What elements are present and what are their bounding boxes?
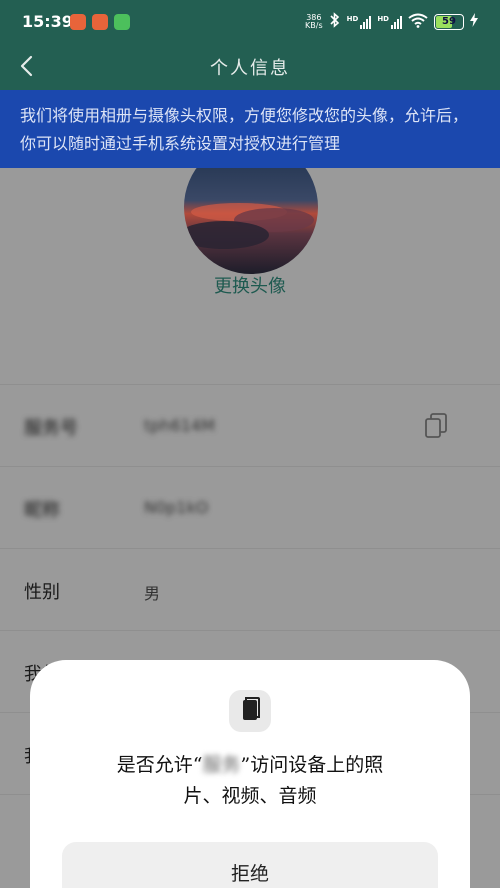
app-name: 服务 [202, 754, 241, 776]
deny-button[interactable]: 拒绝 [62, 842, 438, 888]
question-line2: 片、视频、音频 [183, 785, 317, 807]
document-icon [229, 690, 271, 732]
status-bar: 15:39 386 KB/s HD HD 59 [0, 0, 500, 44]
copy-icon[interactable] [424, 413, 448, 439]
signal-2-tag: HD [377, 14, 389, 23]
page-title: 个人信息 [210, 58, 290, 79]
row-value: 男 [144, 584, 161, 603]
battery-level: 59 [442, 15, 456, 27]
status-indicators: 386 KB/s HD HD 59 [305, 12, 478, 31]
signal-1-tag: HD [346, 14, 359, 23]
notification-app-icon-2 [92, 14, 108, 30]
question-line1-suffix: ”访问设备上的照 [240, 754, 384, 776]
cell-signal-2-icon: HD [377, 15, 402, 29]
permission-banner: 我们将使用相册与摄像头权限，方便您修改您的头像，允许后，你可以随时通过手机系统设… [0, 90, 500, 168]
bluetooth-icon [329, 12, 341, 31]
permission-dialog: 是否允许“服务”访问设备上的照 片、视频、音频 拒绝 [30, 660, 470, 888]
battery-icon: 59 [434, 13, 464, 30]
row-value: N0p1kO [144, 498, 209, 517]
profile-row-id: 服务号 tph614M [0, 385, 500, 467]
row-label: 昵称 [24, 500, 60, 521]
question-prefix: 是否允许“ [116, 754, 203, 776]
cell-signal-1-icon: HD [347, 15, 372, 29]
row-value: tph614M [144, 416, 215, 435]
status-time: 15:39 [22, 12, 73, 31]
profile-row-nickname[interactable]: 昵称 N0p1kO [0, 467, 500, 549]
row-label: 性别 [24, 582, 60, 603]
notification-app-icon-1 [70, 14, 86, 30]
profile-row-gender[interactable]: 性别 男 [0, 549, 500, 631]
wifi-icon [408, 13, 428, 31]
permission-question: 是否允许“服务”访问设备上的照 片、视频、音频 [30, 750, 470, 812]
change-avatar-link[interactable]: 更换头像 [0, 272, 500, 298]
notification-app-icon-3 [114, 14, 130, 30]
network-speed: 386 KB/s [305, 13, 323, 30]
network-speed-unit: KB/s [305, 20, 323, 30]
charging-icon [470, 13, 478, 30]
nav-bar: 个人信息 [0, 44, 500, 90]
row-label: 服务号 [24, 418, 78, 439]
